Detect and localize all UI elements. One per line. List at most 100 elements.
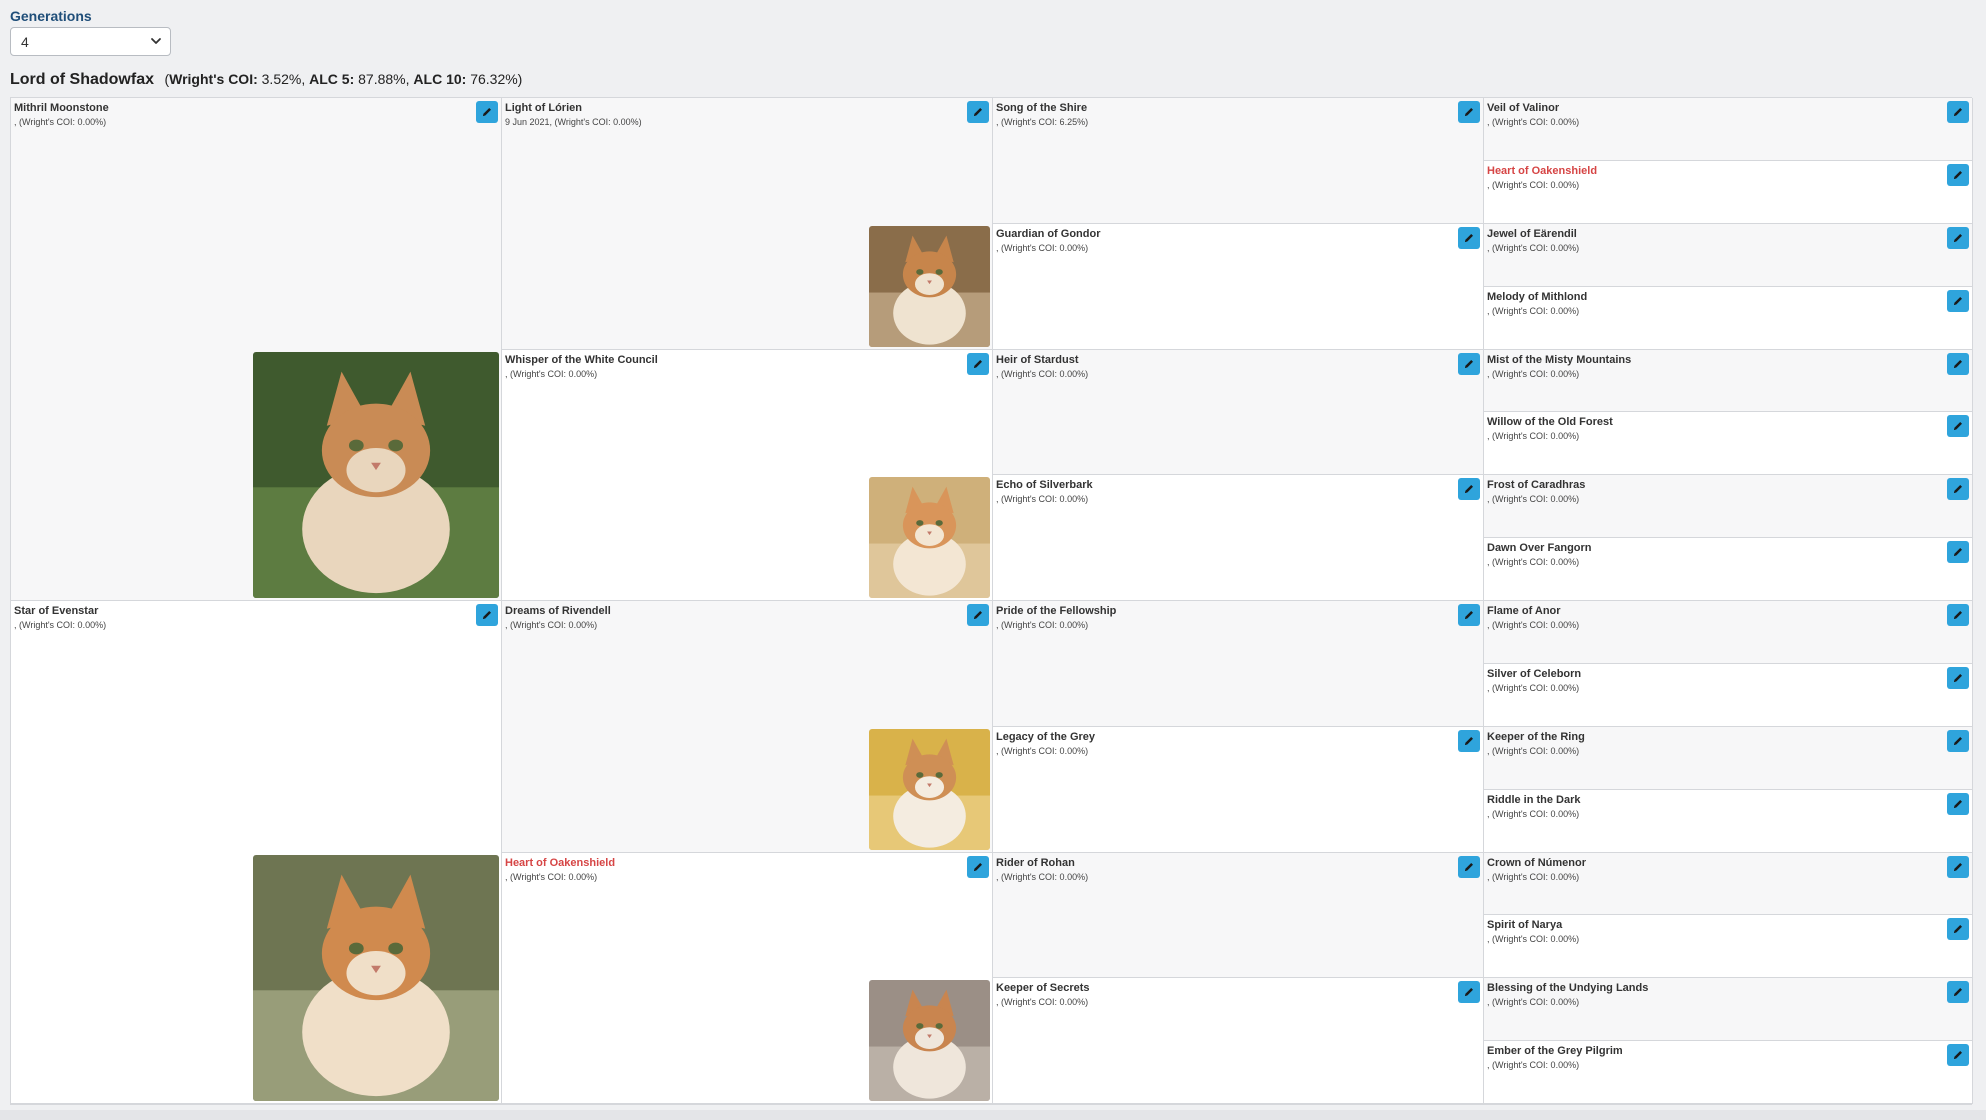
cat-name[interactable]: Heart of Oakenshield bbox=[1487, 165, 1597, 177]
edit-button[interactable] bbox=[1458, 478, 1480, 500]
edit-button[interactable] bbox=[1947, 918, 1969, 940]
cat-name[interactable]: Willow of the Old Forest bbox=[1487, 416, 1613, 428]
edit-button[interactable] bbox=[1947, 604, 1969, 626]
cat-photo[interactable] bbox=[869, 729, 990, 850]
pencil-icon bbox=[972, 358, 984, 370]
cat-name[interactable]: Dawn Over Fangorn bbox=[1487, 542, 1592, 554]
edit-button[interactable] bbox=[967, 856, 989, 878]
cat-name[interactable]: Dreams of Rivendell bbox=[505, 605, 611, 617]
cat-name[interactable]: Pride of the Fellowship bbox=[996, 605, 1116, 617]
cat-name[interactable]: Spirit of Narya bbox=[1487, 919, 1562, 931]
cat-info: , (Wright's COI: 6.25%) bbox=[996, 117, 1089, 127]
pencil-icon bbox=[481, 106, 493, 118]
pedigree-cell-light-of-lorien: Light of Lórien 9 Jun 2021, (Wright's COI… bbox=[502, 98, 993, 350]
cat-info: , (Wright's COI: 0.00%) bbox=[14, 117, 107, 127]
cat-name[interactable]: Veil of Valinor bbox=[1487, 102, 1559, 114]
edit-button[interactable] bbox=[1947, 1044, 1969, 1066]
edit-button[interactable] bbox=[1458, 604, 1480, 626]
pencil-icon bbox=[481, 609, 493, 621]
cat-name[interactable]: Song of the Shire bbox=[996, 102, 1087, 114]
edit-button[interactable] bbox=[476, 101, 498, 123]
cat-info: , (Wright's COI: 0.00%) bbox=[1487, 1060, 1580, 1070]
cat-name[interactable]: Heart of Oakenshield bbox=[505, 857, 615, 869]
edit-button[interactable] bbox=[967, 353, 989, 375]
pencil-icon bbox=[1463, 232, 1475, 244]
edit-button[interactable] bbox=[1458, 856, 1480, 878]
pedigree-cell-veil-of-valinor: Veil of Valinor , (Wright's COI: 0.00%) bbox=[1484, 98, 1973, 161]
pencil-icon bbox=[1952, 672, 1964, 684]
pencil-icon bbox=[1952, 420, 1964, 432]
cat-name[interactable]: Flame of Anor bbox=[1487, 605, 1561, 617]
cat-name[interactable]: Riddle in the Dark bbox=[1487, 794, 1581, 806]
pedigree-cell-crown-of-numenor: Crown of Númenor , (Wright's COI: 0.00%) bbox=[1484, 853, 1973, 915]
cat-name[interactable]: Blessing of the Undying Lands bbox=[1487, 982, 1648, 994]
edit-button[interactable] bbox=[1947, 541, 1969, 563]
pedigree-cell-melody-of-mithlond: Melody of Mithlond , (Wright's COI: 0.00%… bbox=[1484, 287, 1973, 350]
cat-info: , (Wright's COI: 0.00%) bbox=[1487, 809, 1580, 819]
generations-select[interactable]: 4 bbox=[10, 27, 171, 56]
cat-info: , (Wright's COI: 0.00%) bbox=[1487, 557, 1580, 567]
pedigree-cell-song-of-the-shire: Song of the Shire , (Wright's COI: 6.25%) bbox=[993, 98, 1484, 224]
edit-button[interactable] bbox=[476, 604, 498, 626]
cat-name[interactable]: Guardian of Gondor bbox=[996, 228, 1101, 240]
edit-button[interactable] bbox=[967, 101, 989, 123]
cat-name[interactable]: Jewel of Eärendil bbox=[1487, 228, 1577, 240]
cat-name[interactable]: Silver of Celeborn bbox=[1487, 668, 1581, 680]
alc5-label: ALC 5: bbox=[309, 71, 355, 87]
cat-photo[interactable] bbox=[869, 477, 990, 598]
edit-button[interactable] bbox=[1947, 290, 1969, 312]
edit-button[interactable] bbox=[1458, 730, 1480, 752]
cat-info: , (Wright's COI: 0.00%) bbox=[505, 369, 598, 379]
horizontal-scrollbar[interactable] bbox=[0, 1110, 1986, 1120]
edit-button[interactable] bbox=[1947, 667, 1969, 689]
edit-button[interactable] bbox=[1947, 793, 1969, 815]
edit-button[interactable] bbox=[1947, 730, 1969, 752]
edit-button[interactable] bbox=[1947, 227, 1969, 249]
cat-name[interactable]: Keeper of Secrets bbox=[996, 982, 1090, 994]
pencil-icon bbox=[1952, 1049, 1964, 1061]
cat-info: , (Wright's COI: 0.00%) bbox=[1487, 180, 1580, 190]
cat-name[interactable]: Keeper of the Ring bbox=[1487, 731, 1585, 743]
edit-button[interactable] bbox=[1458, 981, 1480, 1003]
pedigree-cell-keeper-of-the-ring: Keeper of the Ring , (Wright's COI: 0.00%… bbox=[1484, 727, 1973, 790]
cat-name[interactable]: Heir of Stardust bbox=[996, 354, 1079, 366]
cat-photo[interactable] bbox=[869, 226, 990, 347]
cat-photo[interactable] bbox=[869, 980, 990, 1101]
cat-name[interactable]: Rider of Rohan bbox=[996, 857, 1075, 869]
edit-button[interactable] bbox=[1458, 101, 1480, 123]
cat-name[interactable]: Mithril Moonstone bbox=[14, 102, 109, 114]
pencil-icon bbox=[1952, 232, 1964, 244]
pedigree-cell-whisper-of-the-white-council: Whisper of the White Council , (Wright's … bbox=[502, 350, 993, 601]
edit-button[interactable] bbox=[1458, 353, 1480, 375]
cat-photo[interactable] bbox=[253, 352, 499, 598]
cat-name[interactable]: Melody of Mithlond bbox=[1487, 291, 1587, 303]
edit-button[interactable] bbox=[1947, 478, 1969, 500]
edit-button[interactable] bbox=[1947, 981, 1969, 1003]
pedigree-tree: Mithril Moonstone , (Wright's COI: 0.00%)… bbox=[10, 97, 1973, 1105]
pencil-icon bbox=[972, 861, 984, 873]
edit-button[interactable] bbox=[967, 604, 989, 626]
cat-name[interactable]: Legacy of the Grey bbox=[996, 731, 1095, 743]
cat-info: , (Wright's COI: 0.00%) bbox=[996, 746, 1089, 756]
cat-name[interactable]: Frost of Caradhras bbox=[1487, 479, 1585, 491]
edit-button[interactable] bbox=[1458, 227, 1480, 249]
edit-button[interactable] bbox=[1947, 101, 1969, 123]
edit-button[interactable] bbox=[1947, 415, 1969, 437]
cat-name[interactable]: Crown of Númenor bbox=[1487, 857, 1586, 869]
cat-info: , (Wright's COI: 0.00%) bbox=[996, 997, 1089, 1007]
edit-button[interactable] bbox=[1947, 856, 1969, 878]
cat-name[interactable]: Light of Lórien bbox=[505, 102, 582, 114]
pedigree-cell-dawn-over-fangorn: Dawn Over Fangorn , (Wright's COI: 0.00%) bbox=[1484, 538, 1973, 601]
subject-stats: (Wright's COI: 3.52%, ALC 5: 87.88%, ALC… bbox=[164, 71, 523, 87]
pedigree-cell-ember-of-the-grey-pilgrim: Ember of the Grey Pilgrim , (Wright's COI… bbox=[1484, 1041, 1973, 1104]
cat-photo[interactable] bbox=[253, 855, 499, 1101]
edit-button[interactable] bbox=[1947, 353, 1969, 375]
pencil-icon bbox=[1952, 798, 1964, 810]
cat-name[interactable]: Mist of the Misty Mountains bbox=[1487, 354, 1631, 366]
cat-name[interactable]: Echo of Silverbark bbox=[996, 479, 1093, 491]
edit-button[interactable] bbox=[1947, 164, 1969, 186]
cat-name[interactable]: Ember of the Grey Pilgrim bbox=[1487, 1045, 1623, 1057]
pedigree-cell-dreams-of-rivendell: Dreams of Rivendell , (Wright's COI: 0.00… bbox=[502, 601, 993, 853]
cat-name[interactable]: Whisper of the White Council bbox=[505, 354, 658, 366]
cat-name[interactable]: Star of Evenstar bbox=[14, 605, 98, 617]
